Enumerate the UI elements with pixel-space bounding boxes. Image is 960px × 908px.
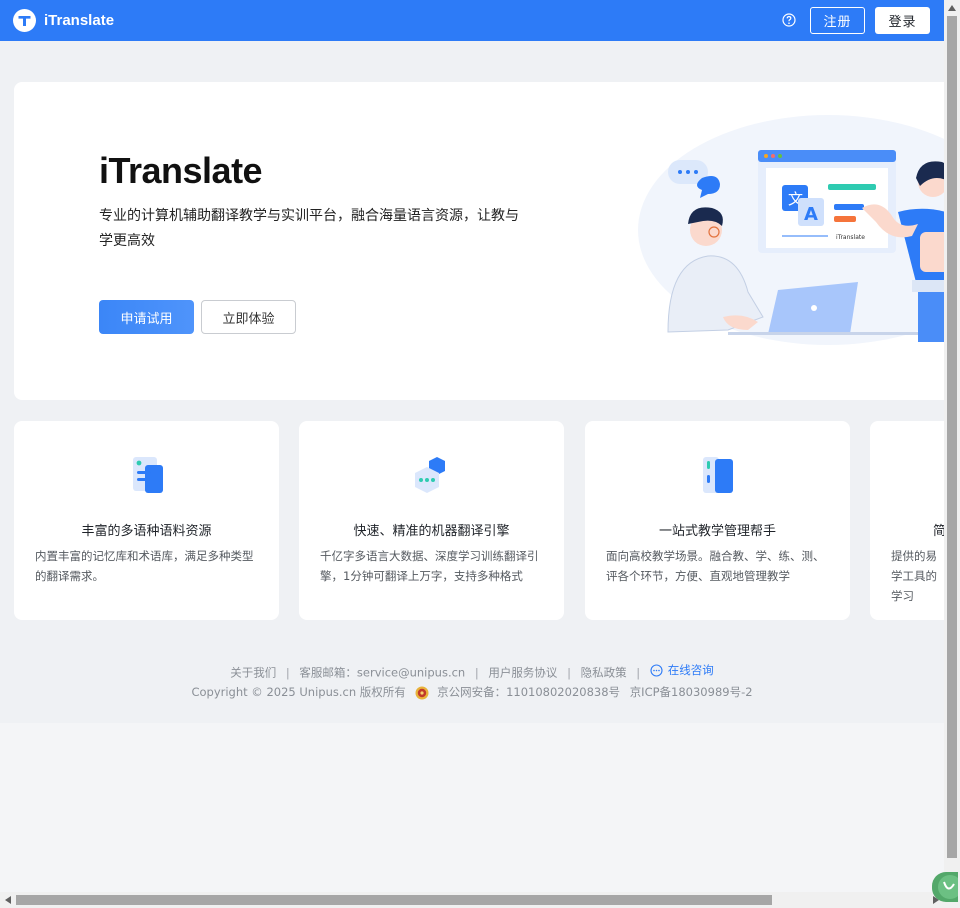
online-consult-link[interactable]: 在线咨询 <box>650 662 714 678</box>
feature-description: 千亿字多语言大数据、深度学习训练翻译引擎，1分钟可翻译上万字，支持多种格式 <box>320 549 539 583</box>
feature-description: 内置丰富的记忆库和术语库，满足多种类型的翻译需求。 <box>35 549 254 583</box>
divider: | <box>285 665 290 680</box>
corpus-resources-icon <box>133 457 163 493</box>
chat-icon <box>650 663 663 677</box>
service-email: 客服邮箱：service@unipus.cn <box>299 665 466 680</box>
footer-links: 关于我们 | 客服邮箱：service@unipus.cn | 用户服务协议 |… <box>0 662 944 681</box>
about-link[interactable]: 关于我们 <box>230 666 276 680</box>
footer-copyright: Copyright © 2025 Unipus.cn 版权所有 京公网安备：11… <box>0 684 944 700</box>
feature-card-corpus[interactable]: 丰富的多语种语料资源 内置丰富的记忆库和术语库，满足多种类型的翻译需求。 <box>14 421 279 620</box>
feature-description: 面向高校教学场景。融合教、学、练、测、评各个环节，方便、直观地管理教学 <box>606 549 825 583</box>
svg-text:A: A <box>804 204 818 225</box>
vertical-scroll-thumb[interactable] <box>947 16 957 858</box>
mt-engine-icon <box>415 457 445 493</box>
vertical-scrollbar[interactable] <box>944 0 960 892</box>
police-badge-icon <box>415 686 429 699</box>
divider: | <box>636 665 641 680</box>
brand-name: iTranslate <box>44 12 115 29</box>
feature-title: 一站式教学管理帮手 <box>658 524 776 539</box>
scroll-left-icon[interactable] <box>0 892 16 908</box>
terms-link[interactable]: 用户服务协议 <box>488 666 557 680</box>
copyright-text: Copyright © 2025 Unipus.cn 版权所有 <box>191 685 406 699</box>
feature-title: 简 <box>933 524 944 539</box>
horizontal-scrollbar[interactable] <box>0 892 944 908</box>
page-viewport: iTranslate 注册 登录 iTranslate 专业的计算机辅助翻译教学… <box>0 0 944 892</box>
feature-title: 快速、精准的机器翻译引擎 <box>353 524 510 539</box>
header-actions: 注册 登录 <box>782 7 930 34</box>
floating-assistant-icon[interactable] <box>932 872 958 902</box>
feature-title: 丰富的多语种语料资源 <box>81 524 212 539</box>
top-navbar: iTranslate 注册 登录 <box>0 0 944 41</box>
try-now-button[interactable]: 立即体验 <box>201 300 296 334</box>
register-button[interactable]: 注册 <box>810 7 865 34</box>
feature-card-teaching[interactable]: 一站式教学管理帮手 面向高校教学场景。融合教、学、练、测、评各个环节，方便、直观… <box>585 421 850 620</box>
horizontal-scroll-thumb[interactable] <box>16 895 772 905</box>
teaching-management-icon <box>703 457 733 493</box>
icp-record[interactable]: 京ICP备18030989号-2 <box>630 685 753 699</box>
apply-trial-button[interactable]: 申请试用 <box>99 300 194 334</box>
brand-logo[interactable]: iTranslate <box>13 9 114 32</box>
hero-illustration: 文 A iTranslate <box>638 115 944 345</box>
svg-text:iTranslate: iTranslate <box>836 234 865 241</box>
feature-description: 提供的易学工具的学习 <box>891 549 937 603</box>
online-consult-label: 在线咨询 <box>667 663 714 677</box>
help-icon[interactable] <box>782 12 798 29</box>
feature-card-partial[interactable]: 简 提供的易学工具的学习 <box>870 421 944 620</box>
itranslate-logo-icon <box>13 9 36 32</box>
scroll-up-icon[interactable] <box>944 0 960 16</box>
privacy-link[interactable]: 隐私政策 <box>581 666 627 680</box>
hero-title: iTranslate <box>99 150 263 191</box>
login-button[interactable]: 登录 <box>875 7 930 34</box>
divider: | <box>567 665 571 680</box>
feature-card-mt-engine[interactable]: 快速、精准的机器翻译引擎 千亿字多语言大数据、深度学习训练翻译引擎，1分钟可翻译… <box>299 421 564 620</box>
police-record[interactable]: 京公网安备：11010802020838号 <box>437 685 620 699</box>
divider: | <box>474 665 479 680</box>
hero-description: 专业的计算机辅助翻译教学与实训平台，融合海量语言资源，让教与学更高效 <box>99 208 519 249</box>
hero-banner: iTranslate 专业的计算机辅助翻译教学与实训平台，融合海量语言资源，让教… <box>14 82 944 400</box>
translation-window: 文 A iTranslate <box>758 150 896 253</box>
